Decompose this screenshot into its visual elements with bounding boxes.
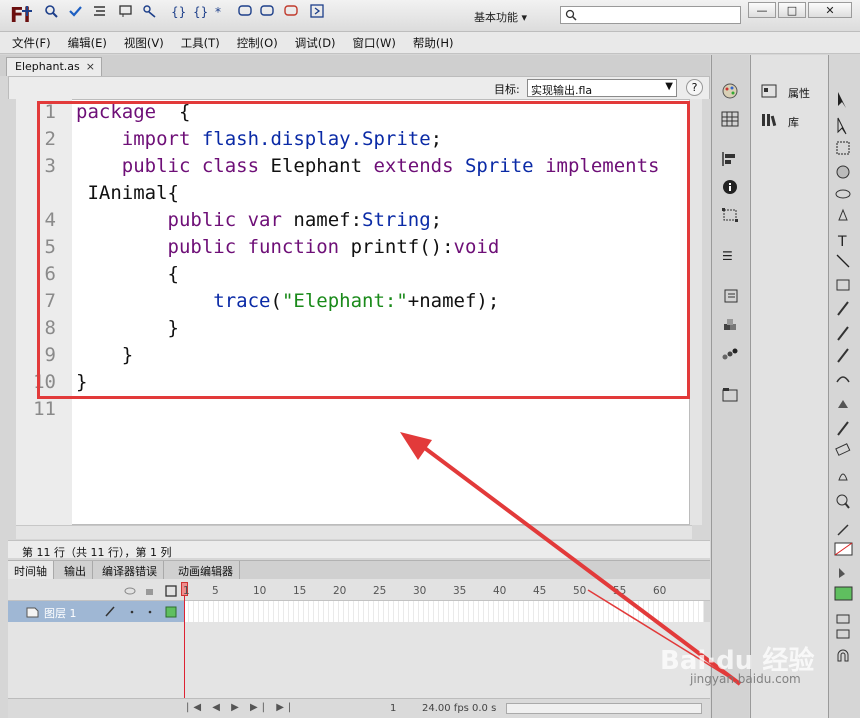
layer-visibility-icons	[124, 585, 177, 597]
maximize-button[interactable]: □	[778, 2, 806, 18]
status-bar: 第 11 行（共 11 行），第 1 列	[8, 540, 710, 559]
tools-icons[interactable]: T	[834, 90, 854, 690]
tab-timeline[interactable]: 时间轴	[8, 561, 54, 579]
svg-text:☰: ☰	[722, 249, 733, 263]
menu-debug[interactable]: 调试(D)	[295, 35, 336, 51]
target-label: 目标:	[494, 83, 520, 96]
frame-number: 55	[613, 585, 627, 597]
target-value: 实现输出.fla	[531, 84, 593, 97]
remove-comment-icon[interactable]	[284, 4, 299, 18]
find-icon[interactable]	[44, 4, 59, 18]
minimize-button[interactable]: —	[748, 2, 776, 18]
menu-control[interactable]: 控制(O)	[237, 35, 278, 51]
frame-number: 50	[573, 585, 587, 597]
chevron-down-icon: ▼	[665, 81, 673, 92]
properties-tab[interactable]: 属性	[788, 85, 810, 101]
elapsed-time: 0.0 s	[472, 703, 497, 714]
close-tab-icon[interactable]: ×	[86, 60, 95, 73]
target-select[interactable]: 实现输出.fla ▼	[527, 79, 677, 97]
library-icon	[762, 114, 777, 127]
layer-icon	[26, 607, 39, 618]
help-button[interactable]: ?	[686, 79, 703, 96]
frame-grid[interactable]	[184, 601, 704, 622]
check-syntax-icon[interactable]	[68, 4, 83, 18]
horizontal-scrollbar[interactable]	[16, 525, 692, 539]
svg-text:{}: {}	[193, 5, 207, 18]
document-tab-bar	[0, 55, 710, 76]
workspace-label: 基本功能	[474, 11, 518, 24]
frame-rate: 24.00 fps	[422, 703, 469, 714]
show-hide-toolbox-icon[interactable]	[310, 4, 325, 18]
chevron-down-icon: ▾	[521, 11, 528, 24]
properties-library-panel	[750, 55, 828, 718]
tab-compiler-errors[interactable]: 编译器错误	[96, 561, 164, 579]
playback-controls[interactable]: |◀ ◀ ▶ ▶| ▶|	[186, 702, 295, 713]
frame-number: 15	[293, 585, 307, 597]
menu-help[interactable]: 帮助(H)	[413, 35, 454, 51]
tab-motion-editor[interactable]: 动画编辑器	[172, 561, 240, 579]
frame-number: 30	[413, 585, 427, 597]
layer-name[interactable]: 图层 1	[44, 605, 77, 621]
menu-edit[interactable]: 编辑(E)	[68, 35, 107, 51]
highlight-box	[37, 101, 690, 399]
search-input[interactable]	[560, 6, 741, 24]
auto-format-icon[interactable]	[92, 4, 107, 18]
expand-all-icon[interactable]: *	[214, 4, 229, 18]
library-tab[interactable]: 库	[788, 114, 799, 130]
workspace-switcher[interactable]: 基本功能 ▾	[474, 9, 527, 25]
apply-block-comment-icon[interactable]	[238, 4, 253, 18]
add-statement-icon[interactable]	[20, 4, 35, 18]
code-snippets-icon[interactable]: ☰	[721, 247, 739, 263]
menu-window[interactable]: 窗口(W)	[353, 35, 396, 51]
actions-icon[interactable]	[721, 288, 739, 304]
frame-number: 60	[653, 585, 667, 597]
swatches-icon[interactable]	[721, 111, 739, 127]
menu-view[interactable]: 视图(V)	[124, 35, 164, 51]
debug-options-icon[interactable]	[142, 4, 157, 18]
pencil-icon	[105, 606, 177, 618]
svg-text:*: *	[215, 5, 221, 18]
frame-number: 35	[453, 585, 467, 597]
timeline-empty-area	[8, 622, 710, 698]
menu-file[interactable]: 文件(F)	[12, 35, 51, 51]
line-number: 11	[33, 398, 56, 420]
frame-number: 20	[333, 585, 347, 597]
svg-text:{}: {}	[171, 5, 185, 18]
close-button[interactable]: ✕	[808, 2, 852, 18]
watermark-url: jingyan.baidu.com	[690, 672, 801, 686]
color-palette-icon[interactable]	[721, 83, 739, 99]
frame-number: 10	[253, 585, 267, 597]
menu-bar: 文件(F) 编辑(E) 视图(V) 工具(T) 控制(O) 调试(D) 窗口(W…	[0, 32, 860, 54]
tab-label: Elephant.as	[15, 60, 80, 73]
timeline-header	[8, 579, 710, 601]
motion-presets-icon[interactable]	[721, 346, 739, 362]
search-icon	[565, 9, 577, 21]
align-icon[interactable]	[721, 151, 739, 167]
frame-number: 25	[373, 585, 387, 597]
current-frame: 1	[390, 703, 397, 714]
components-icon[interactable]	[721, 318, 739, 334]
collapse-between-braces-icon[interactable]: {}	[170, 4, 185, 18]
properties-icon	[761, 84, 777, 98]
frame-number: 45	[533, 585, 547, 597]
collapse-selection-icon[interactable]: {}	[192, 4, 207, 18]
menu-tools[interactable]: 工具(T)	[181, 35, 220, 51]
tab-output[interactable]: 输出	[58, 561, 93, 579]
timeline-scrollbar[interactable]	[506, 703, 702, 714]
frame-number: 40	[493, 585, 507, 597]
info-icon[interactable]	[721, 179, 739, 195]
code-hint-icon[interactable]	[118, 4, 133, 18]
tab-elephant-as[interactable]: Elephant.as ×	[6, 57, 102, 76]
apply-line-comment-icon[interactable]	[260, 4, 275, 18]
project-icon[interactable]	[721, 386, 739, 402]
vertical-scrollbar[interactable]	[690, 99, 702, 525]
transform-icon[interactable]	[721, 207, 739, 223]
frame-number: 5	[212, 585, 219, 597]
svg-text:T: T	[837, 234, 847, 250]
timeline-controls: |◀ ◀ ▶ ▶| ▶| 1 24.00 fps 0.0 s	[8, 698, 710, 718]
